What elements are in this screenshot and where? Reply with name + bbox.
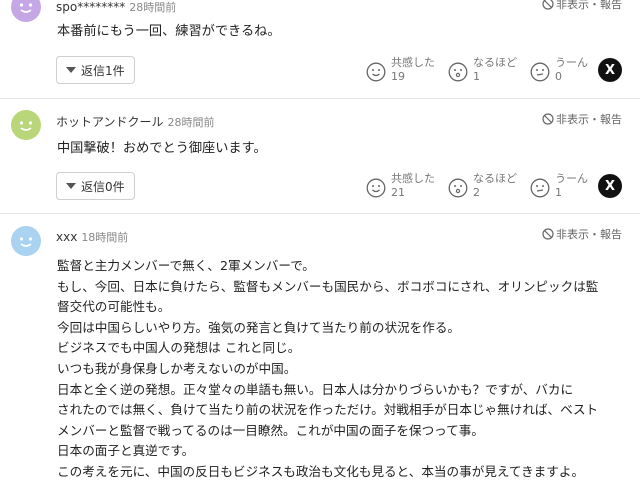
comment-line: 本番前にもう一回、練習ができるね。 <box>57 24 281 39</box>
reaction-count: 0 <box>555 70 562 83</box>
comment-author[interactable]: spo******** 28時間前 <box>56 0 176 15</box>
reaction-count: 1 <box>555 186 562 199</box>
comment-body: 本番前にもう一回、練習ができるね。 <box>57 22 622 43</box>
avatar <box>11 226 41 256</box>
reaction-uun-button[interactable]: うーん 0 <box>530 56 588 84</box>
caret-down-icon <box>66 183 76 189</box>
reaction-naruhodo-button[interactable]: なるほど 2 <box>448 172 517 200</box>
hide-icon <box>542 0 554 10</box>
comment-time: 28時間前 <box>129 1 177 14</box>
reply-toggle-button[interactable]: 返信1件 <box>56 56 135 84</box>
comment-1: spo******** 28時間前 非表示・報告 本番前にもう一回、練習ができるね… <box>0 0 640 98</box>
share-x-button[interactable]: X <box>598 58 622 82</box>
reaction-label: なるほど <box>473 56 517 69</box>
hide-report-link[interactable]: 非表示・報告 <box>542 0 622 12</box>
x-logo-icon: X <box>604 62 616 78</box>
surprised-face-icon <box>448 62 468 82</box>
hide-icon <box>542 228 554 240</box>
comment-line: 日本と全く逆の発想。正々堂々の単語も無い。日本人は分かりづらいかも？ですが、バカ… <box>57 381 574 397</box>
reaction-uun-button[interactable]: うーん 1 <box>530 172 588 200</box>
reaction-label: なるほど <box>473 172 517 185</box>
comment-author[interactable]: ホットアンドクール 28時間前 <box>56 113 215 130</box>
comment-line: もし、今回、日本に負けたら、監督もメンバーも国民から、ボコボコにされ、オリンピッ… <box>57 278 599 294</box>
comment-line: 督交代の可能性も。 <box>57 299 171 315</box>
reaction-count: 19 <box>391 70 405 83</box>
avatar <box>11 110 41 140</box>
comment-line: ビジネスでも中国人の発想は これと同じ。 <box>57 340 301 356</box>
reply-count-label: 返信0件 <box>81 179 125 194</box>
comment-line: いつも我が身保身しか考えないのが中国。 <box>57 360 297 376</box>
reaction-naruhodo-button[interactable]: なるほど 1 <box>448 56 517 84</box>
comment-author[interactable]: xxx 18時間前 <box>56 229 128 245</box>
reaction-count: 2 <box>473 186 480 199</box>
smile-face-icon <box>366 178 386 198</box>
comment-body: 監督と主力メンバーで無く、2軍メンバーで。 もし、今回、日本に負けたら、監督もメ… <box>57 256 622 483</box>
reaction-count: 1 <box>473 70 480 83</box>
reaction-empathy-button[interactable]: 共感した 21 <box>366 172 435 200</box>
comment-line: この考えを元に、中国の反日もビジネスも政治も文化も見ると、本当の事が見えてきます… <box>57 463 585 479</box>
caret-down-icon <box>66 67 76 73</box>
smile-face-icon <box>366 62 386 82</box>
hide-report-label[interactable]: 非表示・報告 <box>556 111 622 127</box>
avatar <box>11 0 41 22</box>
comment-line: 中国撃破！おめでとう御座います。 <box>57 141 267 156</box>
hide-report-link[interactable]: 非表示・報告 <box>542 111 622 127</box>
reaction-label: うーん <box>555 172 588 185</box>
comment-line: 日本の面子と真逆です。 <box>57 443 195 459</box>
hide-icon <box>542 113 554 125</box>
reply-toggle-button[interactable]: 返信0件 <box>56 172 135 200</box>
hide-report-label[interactable]: 非表示・報告 <box>556 0 622 12</box>
comment-line: されたのでは無く、負けて当たり前の状況を作っただけ。対戦相手が日本じゃ無ければ、… <box>57 402 599 418</box>
comment-time: 28時間前 <box>167 116 215 129</box>
thinking-face-icon <box>530 178 550 198</box>
comment-time: 18時間前 <box>81 231 129 244</box>
username[interactable]: spo******** <box>56 0 125 14</box>
share-x-button[interactable]: X <box>598 174 622 198</box>
username[interactable]: xxx <box>56 230 77 244</box>
hide-report-label[interactable]: 非表示・報告 <box>556 226 622 242</box>
reaction-label: 共感した <box>391 172 435 185</box>
x-logo-icon: X <box>604 178 616 194</box>
username[interactable]: ホットアンドクール <box>56 115 164 129</box>
comment-body: 中国撃破！おめでとう御座います。 <box>57 139 622 160</box>
comment-line: メンバーと監督で戦ってるのは一目瞭然。これが中国の面子を保つって事。 <box>57 422 484 438</box>
reply-count-label: 返信1件 <box>81 63 125 78</box>
comment-3: xxx 18時間前 非表示・報告 監督と主力メンバーで無く、2軍メンバーで。 もし… <box>0 214 640 502</box>
reaction-label: 共感した <box>391 56 435 69</box>
reaction-empathy-button[interactable]: 共感した 19 <box>366 56 435 84</box>
hide-report-link[interactable]: 非表示・報告 <box>542 226 622 242</box>
comment-line: 監督と主力メンバーで無く、2軍メンバーで。 <box>57 258 315 273</box>
surprised-face-icon <box>448 178 468 198</box>
thinking-face-icon <box>530 62 550 82</box>
reaction-count: 21 <box>391 186 405 199</box>
reaction-label: うーん <box>555 56 588 69</box>
comment-2: ホットアンドクール 28時間前 非表示・報告 中国撃破！おめでとう御座います。 返… <box>0 99 640 212</box>
comment-line: 今回は中国らしいやり方。強気の発言と負けて当たり前の状況を作る。 <box>57 319 460 335</box>
